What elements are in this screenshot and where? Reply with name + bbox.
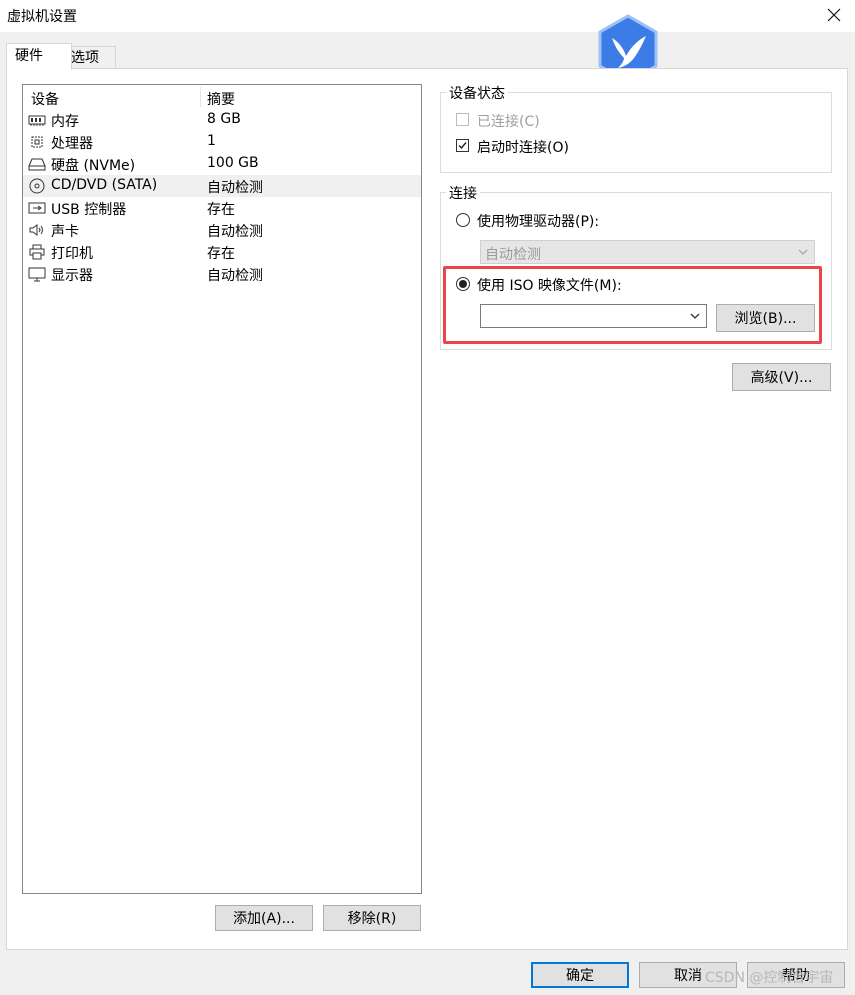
device-name: CD/DVD (SATA) [51,177,158,193]
device-row-disk[interactable]: 硬盘 (NVMe) 100 GB [23,153,421,175]
watermark: CSDN @控制台宇宙 [705,970,834,986]
device-row-memory[interactable]: 内存 8 GB [23,109,421,131]
physical-drive-radio[interactable] [456,213,470,227]
device-list[interactable]: 设备 摘要 内存 8 GB 处理器 1 硬盘 (NVMe) 100 GB CD/… [22,84,422,894]
connected-label: 已连接(C) [477,114,540,130]
device-summary: 自动检测 [207,224,263,240]
device-name: 硬盘 (NVMe) [51,158,136,174]
checkmark-icon [458,142,467,150]
connect-at-power-on-checkbox[interactable] [456,139,469,152]
device-summary: 1 [207,133,216,149]
device-name: 打印机 [51,246,93,262]
ok-button[interactable]: 确定 [531,962,629,988]
iso-path-combobox[interactable] [480,304,707,328]
device-status-title: 设备状态 [446,83,508,103]
iso-image-label: 使用 ISO 映像文件(M): [477,278,622,294]
chevron-down-icon [690,313,700,319]
device-summary: 8 GB [207,111,241,127]
advanced-button[interactable]: 高级(V)... [732,363,831,391]
printer-icon [29,244,45,260]
column-header-device[interactable]: 设备 [31,89,59,109]
physical-drive-select[interactable]: 自动检测 [480,240,815,264]
physical-drive-value: 自动检测 [485,247,541,263]
iso-image-radio[interactable] [456,277,470,291]
close-icon [827,8,841,22]
usb-icon [28,202,46,214]
device-name: 内存 [51,114,79,130]
device-row-processor[interactable]: 处理器 1 [23,131,421,153]
device-name: 处理器 [51,136,93,152]
speaker-icon [29,224,43,236]
device-summary: 存在 [207,246,235,262]
device-name: USB 控制器 [51,202,127,218]
browse-button[interactable]: 浏览(B)... [716,304,815,332]
tab-hardware[interactable]: 硬件 [6,43,72,70]
device-name: 显示器 [51,268,93,284]
device-summary: 自动检测 [207,268,263,284]
device-row-printer[interactable]: 打印机 存在 [23,241,421,263]
column-header-summary[interactable]: 摘要 [207,89,235,109]
device-row-sound[interactable]: 声卡 自动检测 [23,219,421,241]
device-summary: 自动检测 [207,180,263,196]
close-button[interactable] [823,4,845,26]
device-row-display[interactable]: 显示器 自动检测 [23,263,421,285]
connect-at-power-on-label: 启动时连接(O) [477,140,569,156]
chevron-down-icon [798,249,808,255]
title-bar: 虚拟机设置 [0,0,855,32]
device-summary: 100 GB [207,155,259,171]
device-row-cddvd[interactable]: CD/DVD (SATA) 自动检测 [23,175,421,197]
remove-button[interactable]: 移除(R) [323,905,421,931]
device-summary: 存在 [207,202,235,218]
add-button[interactable]: 添加(A)... [215,905,313,931]
device-status-group [440,92,832,173]
physical-drive-label: 使用物理驱动器(P): [477,214,600,230]
connected-checkbox[interactable] [456,113,469,126]
memory-icon [28,115,46,126]
device-name: 声卡 [51,224,79,240]
device-row-usb[interactable]: USB 控制器 存在 [23,197,421,219]
window-title: 虚拟机设置 [7,9,77,25]
monitor-icon [28,267,46,282]
cd-icon [29,178,45,194]
device-list-header: 设备 摘要 [23,85,421,109]
disk-icon [28,158,46,171]
cpu-icon [31,136,43,148]
connection-title: 连接 [446,183,480,203]
